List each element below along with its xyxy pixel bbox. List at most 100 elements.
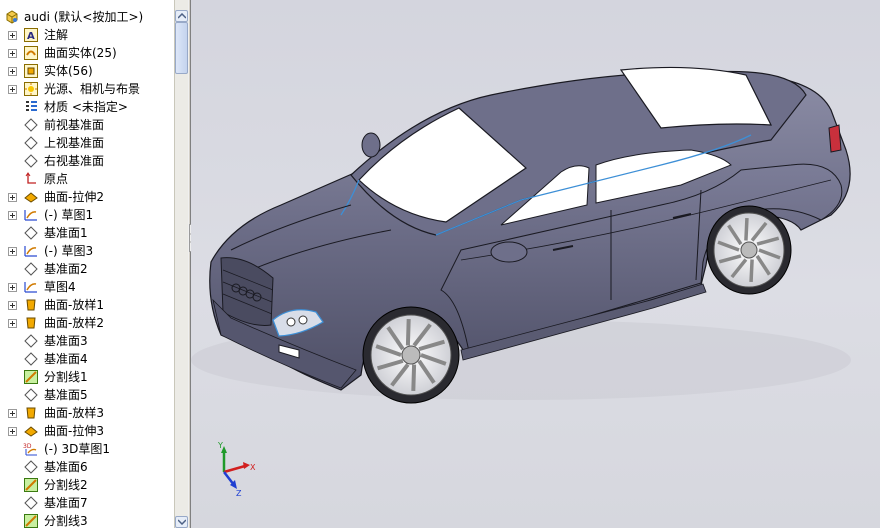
tree-item[interactable]: 曲面-放样2 (0, 314, 174, 332)
expand-toggle[interactable] (8, 427, 17, 436)
tree-item-label: 草图4 (44, 280, 76, 294)
surface-loft-icon (23, 315, 39, 331)
tree-root-label: audi (默认<按加工>) (24, 10, 144, 24)
rear-wheel (706, 205, 792, 295)
lights-cameras-icon (23, 81, 39, 97)
tree-item-label: 前视基准面 (44, 118, 105, 132)
tree-item[interactable]: 曲面-拉伸3 (0, 422, 174, 440)
origin-icon (23, 171, 39, 187)
tree-item[interactable]: (-) 草图3 (0, 242, 174, 260)
tree-item[interactable]: 光源、相机与布景 (0, 80, 174, 98)
tree-item[interactable]: 材质 <未指定> (0, 98, 174, 116)
expand-toggle[interactable] (8, 85, 17, 94)
surface-extrude-icon (23, 423, 39, 439)
tree-item-label: 曲面-拉伸3 (44, 424, 104, 438)
expand-toggle[interactable] (8, 247, 17, 256)
tree-item-label: 分割线1 (44, 370, 88, 384)
scrollbar-thumb[interactable] (175, 22, 188, 74)
tree-item-label: 曲面实体(25) (44, 46, 117, 60)
tree-item[interactable]: 基准面6 (0, 458, 174, 476)
tree-item[interactable]: 基准面5 (0, 386, 174, 404)
tree-item-label: 基准面4 (44, 352, 88, 366)
svg-text:A: A (27, 31, 35, 42)
sketch-icon (23, 207, 39, 223)
tree-item[interactable]: 曲面-拉伸2 (0, 188, 174, 206)
tree-item[interactable]: 曲面实体(25) (0, 44, 174, 62)
tree-root-item[interactable]: audi (默认<按加工>) (0, 8, 174, 26)
tree-item-label: 基准面5 (44, 388, 88, 402)
side-mirror (490, 241, 528, 263)
tree-item[interactable]: (-) 草图1 (0, 206, 174, 224)
tree-item[interactable]: 曲面-放样3 (0, 404, 174, 422)
split-line-icon (23, 369, 39, 385)
plane-icon (23, 351, 39, 367)
tree-item[interactable]: 实体(56) (0, 62, 174, 80)
wheel-spoke (405, 319, 411, 346)
expand-toggle[interactable] (8, 49, 17, 58)
tree-item-label: 基准面3 (44, 334, 88, 348)
split-line-icon (23, 513, 39, 528)
tree-scrollbar[interactable] (174, 0, 188, 528)
surface-extrude-icon (23, 189, 39, 205)
tree-item[interactable]: A 注解 (0, 26, 174, 44)
tree-item-label: 曲面-拉伸2 (44, 190, 104, 204)
tree-item[interactable]: 基准面2 (0, 260, 174, 278)
tree-item[interactable]: 分割线1 (0, 368, 174, 386)
tree-item-label: 上视基准面 (44, 136, 105, 150)
expand-toggle[interactable] (8, 283, 17, 292)
tree-item-label: 右视基准面 (44, 154, 105, 168)
tree-item-label: 分割线2 (44, 478, 88, 492)
tree-item[interactable]: 基准面4 (0, 350, 174, 368)
tree-item-label: 基准面1 (44, 226, 88, 240)
expand-toggle[interactable] (8, 409, 17, 418)
expand-toggle[interactable] (8, 211, 17, 220)
tree-item-label: 基准面2 (44, 262, 88, 276)
plane-icon (23, 387, 39, 403)
tree-item-label: (-) 草图1 (44, 208, 94, 222)
plane-icon (23, 261, 39, 277)
plane-icon (23, 495, 39, 511)
front-wheel (362, 306, 460, 404)
annotation-icon: A (23, 27, 39, 43)
sketch-icon (23, 243, 39, 259)
expand-toggle[interactable] (8, 301, 17, 310)
tree-item-label: 基准面6 (44, 460, 88, 474)
tree-item[interactable]: 3D (-) 3D草图1 (0, 440, 174, 458)
split-line-icon (23, 477, 39, 493)
svg-text:3D: 3D (23, 443, 32, 450)
tree-item-label: 材质 <未指定> (44, 100, 128, 114)
expand-toggle[interactable] (8, 31, 17, 40)
expand-toggle[interactable] (8, 319, 17, 328)
tree-item-label: 分割线3 (44, 514, 88, 528)
tree-item-label: (-) 3D草图1 (44, 442, 111, 456)
tree-item[interactable]: 分割线2 (0, 476, 174, 494)
tree-item-label: 光源、相机与布景 (44, 82, 141, 96)
tree-item[interactable]: 曲面-放样1 (0, 296, 174, 314)
tree-item[interactable]: 基准面7 (0, 494, 174, 512)
plane-icon (23, 153, 39, 169)
car-model[interactable] (191, 0, 880, 528)
tree-item-label: (-) 草图3 (44, 244, 94, 258)
surface-loft-icon (23, 405, 39, 421)
wheel-spoke (744, 217, 749, 241)
plane-icon (23, 459, 39, 475)
scroll-up-button[interactable] (175, 10, 188, 22)
plane-icon (23, 117, 39, 133)
tree-item-label: 基准面7 (44, 496, 88, 510)
tree-item[interactable]: 上视基准面 (0, 134, 174, 152)
tree-item[interactable]: 右视基准面 (0, 152, 174, 170)
tree-item[interactable]: 基准面1 (0, 224, 174, 242)
tree-item[interactable]: 分割线3 (0, 512, 174, 528)
wheel-spoke (749, 259, 754, 283)
tree-item-label: 注解 (44, 28, 69, 42)
tree-item[interactable]: 原点 (0, 170, 174, 188)
scroll-down-button[interactable] (175, 516, 188, 528)
tree-item-label: 曲面-放样1 (44, 298, 104, 312)
tree-item[interactable]: 草图4 (0, 278, 174, 296)
tree-item[interactable]: 基准面3 (0, 332, 174, 350)
expand-toggle[interactable] (8, 193, 17, 202)
tree-item-label: 曲面-放样2 (44, 316, 104, 330)
tree-item[interactable]: 前视基准面 (0, 116, 174, 134)
part-icon (4, 9, 20, 25)
expand-toggle[interactable] (8, 67, 17, 76)
